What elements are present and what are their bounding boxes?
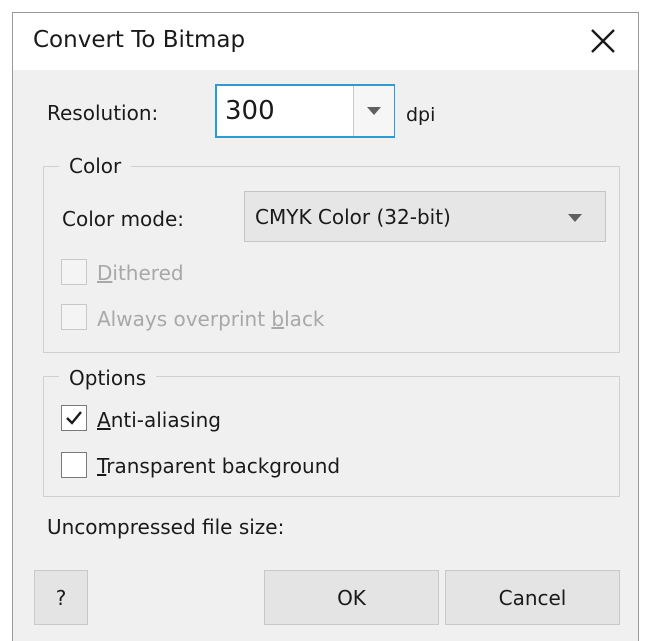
color-mode-value: CMYK Color (32-bit) xyxy=(255,205,451,229)
close-icon xyxy=(591,29,615,53)
dithered-label: Dithered xyxy=(97,261,184,285)
title-bar: Convert To Bitmap xyxy=(13,13,638,70)
checkmark-icon xyxy=(66,411,82,425)
anti-aliasing-label: Anti-aliasing xyxy=(97,408,221,432)
options-group-legend: Options xyxy=(59,366,157,390)
cancel-button[interactable]: Cancel xyxy=(445,570,620,625)
chevron-down-icon xyxy=(568,214,582,222)
anti-aliasing-checkbox[interactable] xyxy=(61,405,87,431)
overprint-black-label: Always overprint black xyxy=(97,307,325,331)
ok-button[interactable]: OK xyxy=(264,570,439,625)
help-button[interactable]: ? xyxy=(34,570,88,625)
triangle-down-icon xyxy=(367,107,381,115)
options-group xyxy=(43,376,620,497)
color-mode-select[interactable]: CMYK Color (32-bit) xyxy=(244,191,606,242)
file-size-label: Uncompressed file size: xyxy=(47,515,285,539)
convert-to-bitmap-dialog: Convert To Bitmap Resolution: dpi Color … xyxy=(12,12,639,641)
close-button[interactable] xyxy=(581,21,625,61)
resolution-combobox[interactable] xyxy=(215,84,395,138)
resolution-unit: dpi xyxy=(406,104,436,126)
transparent-background-label: Transparent background xyxy=(97,454,341,478)
overprint-black-checkbox[interactable] xyxy=(61,304,87,330)
resolution-label: Resolution: xyxy=(47,101,159,125)
color-mode-label: Color mode: xyxy=(62,207,185,231)
dithered-checkbox[interactable] xyxy=(61,259,87,285)
color-group-legend: Color xyxy=(59,154,132,178)
dialog-title: Convert To Bitmap xyxy=(33,27,246,53)
resolution-dropdown-button[interactable] xyxy=(353,86,394,136)
transparent-background-checkbox[interactable] xyxy=(61,452,87,478)
resolution-input[interactable] xyxy=(225,92,347,130)
